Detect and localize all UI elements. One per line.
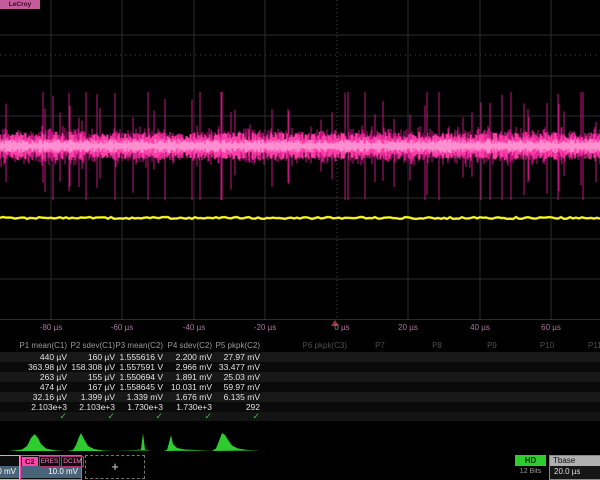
time-tick-label: -80 µs bbox=[40, 323, 62, 332]
param-header-p7: P7 bbox=[362, 341, 398, 350]
param-header-p10: P10 bbox=[529, 341, 565, 350]
time-axis: -100 µs -80 µs -60 µs -40 µs -20 µs 0 µs… bbox=[0, 320, 600, 338]
c2-label: C2 bbox=[22, 457, 38, 466]
measure-row-min: 263 µV 155 µV 1.550694 V 1.891 mV 25.03 … bbox=[0, 372, 600, 382]
descriptor-bar: DC1M 0 mV C2 ERES DC1M 10.0 mV + HD 12 B… bbox=[0, 454, 600, 480]
param-header-p8: P8 bbox=[419, 341, 455, 350]
oscilloscope-screen: LeCroy -100 µs -80 µs -60 µs -40 µs -20 … bbox=[0, 0, 600, 480]
timebase-descriptor[interactable]: Tbase 20.0 µs bbox=[549, 455, 600, 480]
time-tick-label: 40 µs bbox=[470, 323, 490, 332]
tbase-time-per-div: 20.0 µs bbox=[550, 466, 600, 478]
measure-row-value: 440 µV 160 µV 1.555616 V 2.200 mV 27.97 … bbox=[0, 352, 600, 362]
value-cell: 59.97 mV bbox=[182, 382, 260, 392]
hd-mode-badge[interactable]: HD bbox=[515, 455, 546, 466]
histicon-p5[interactable] bbox=[212, 428, 260, 454]
waveform-grid[interactable]: LeCroy bbox=[0, 0, 600, 320]
measure-row-mean: 363.98 µV 158.308 µV 1.557591 V 2.966 mV… bbox=[0, 362, 600, 372]
param-header-p9: P9 bbox=[474, 341, 510, 350]
measure-row-max: 474 µV 167 µV 1.558645 V 10.031 mV 59.97… bbox=[0, 382, 600, 392]
param-header-p11: P11 bbox=[588, 341, 600, 350]
histicon-p1[interactable] bbox=[8, 428, 67, 454]
c2-volts-per-div: 10.0 mV bbox=[21, 466, 81, 478]
param-header-p6: P6 pkpk(C3) bbox=[277, 341, 347, 350]
value-cell: 33.477 mV bbox=[182, 362, 260, 372]
add-trace-button[interactable]: + bbox=[85, 455, 145, 479]
status-check-icon: ✓ bbox=[182, 412, 260, 421]
channel-descriptor-c1[interactable]: DC1M 0 mV bbox=[0, 455, 20, 480]
waveform-traces bbox=[0, 0, 600, 320]
brand-badge: LeCroy bbox=[0, 0, 40, 9]
measure-row-sdev: 32.16 µV 1.399 µV 1.339 mV 1.676 mV 6.13… bbox=[0, 392, 600, 402]
time-tick-label: -60 µs bbox=[111, 323, 133, 332]
channel-descriptor-c2[interactable]: C2 ERES DC1M 10.0 mV bbox=[20, 455, 82, 480]
histicon-p2[interactable] bbox=[67, 428, 115, 454]
value-cell: 6.135 mV bbox=[182, 392, 260, 402]
time-tick-label: -20 µs bbox=[254, 323, 276, 332]
time-tick-label: 0 µs bbox=[334, 323, 349, 332]
param-header-p5: P5 pkpk(C2) bbox=[182, 341, 260, 350]
plus-icon: + bbox=[111, 459, 119, 474]
measure-row-num: 2.103e+3 2.103e+3 1.730e+3 1.730e+3 292 bbox=[0, 402, 600, 412]
value-cell: 292 bbox=[182, 402, 260, 412]
c2-coupling-badge: DC1M bbox=[61, 456, 83, 467]
tbase-label: Tbase bbox=[550, 456, 600, 466]
time-tick-label: 60 µs bbox=[541, 323, 561, 332]
hd-bits-label: 12 Bits bbox=[513, 468, 548, 475]
time-tick-label: -40 µs bbox=[183, 323, 205, 332]
histicon-p3[interactable] bbox=[115, 428, 163, 454]
c2-eres-badge: ERES bbox=[39, 456, 61, 467]
value-cell: 27.97 mV bbox=[182, 352, 260, 362]
histicon-p4[interactable] bbox=[163, 428, 212, 454]
measure-table[interactable]: P1 mean(C1) P2 sdev(C1) P3 mean(C2) P4 s… bbox=[0, 339, 600, 427]
measure-row-status: ✓ ✓ ✓ ✓ ✓ bbox=[0, 412, 600, 421]
time-tick-label: 20 µs bbox=[398, 323, 418, 332]
histicon-strip bbox=[0, 428, 600, 454]
c1-volts-per-div: 0 mV bbox=[0, 466, 19, 478]
measure-header-row: P1 mean(C1) P2 sdev(C1) P3 mean(C2) P4 s… bbox=[0, 341, 600, 351]
value-cell: 25.03 mV bbox=[182, 372, 260, 382]
